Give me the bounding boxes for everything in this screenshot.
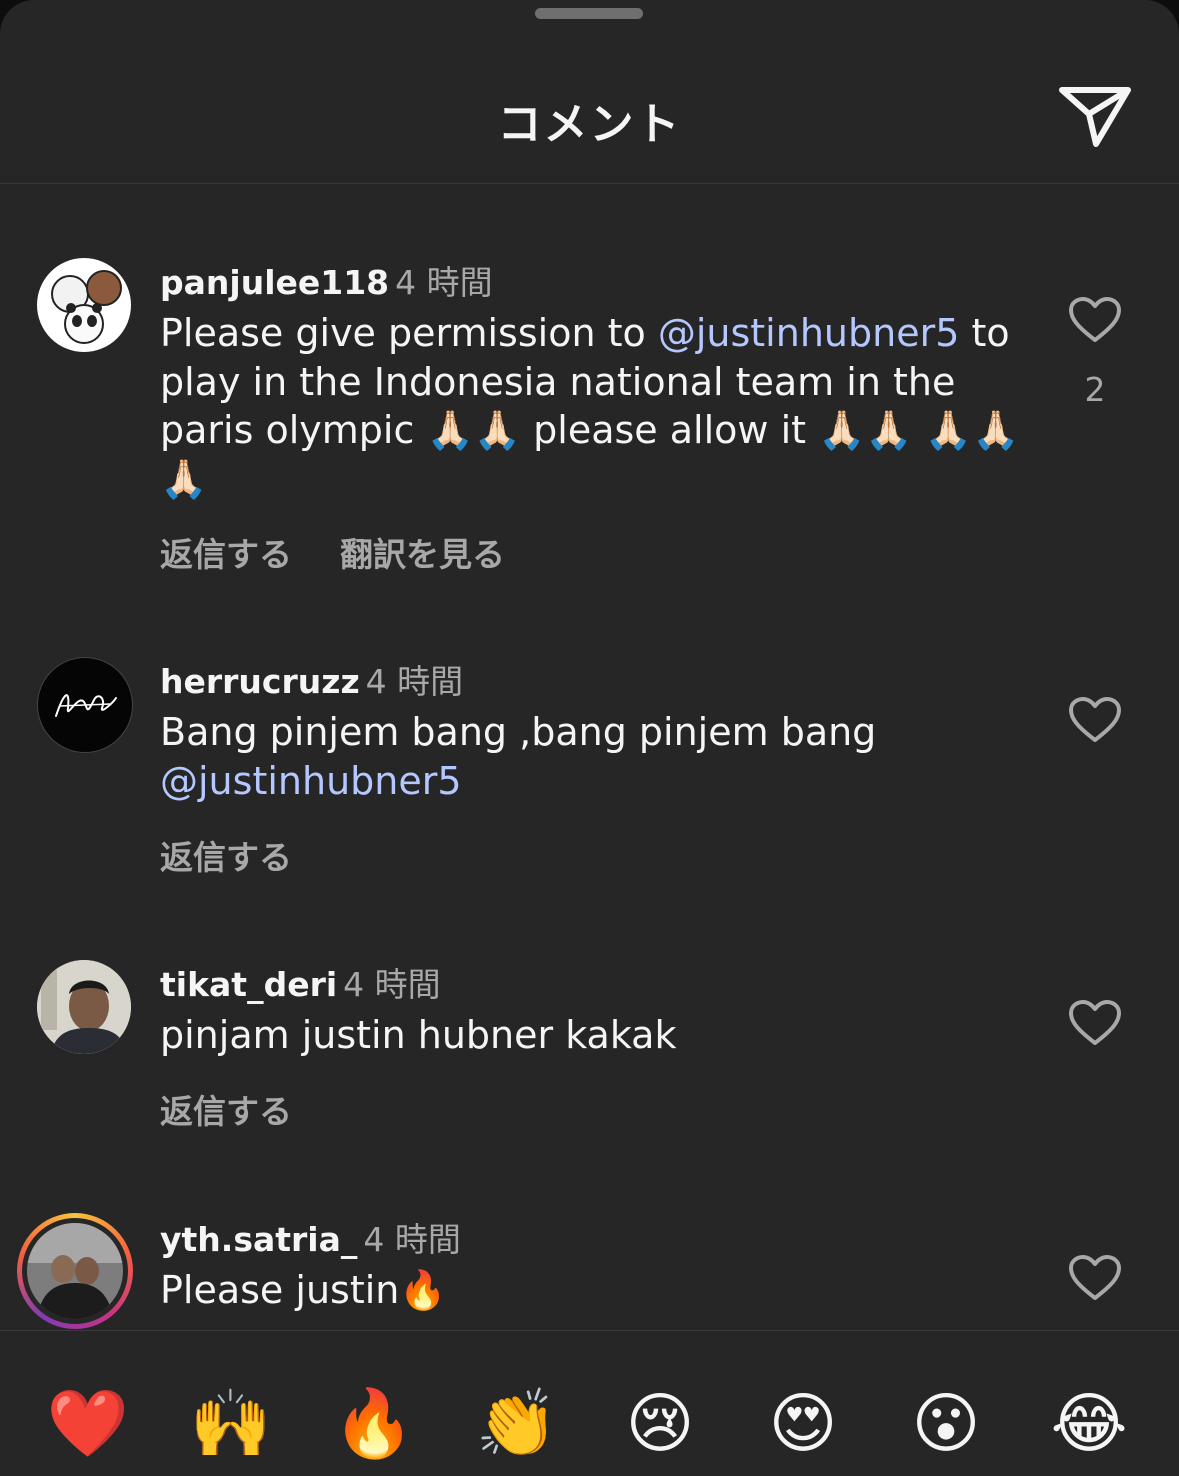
- comment-text: Please justin🔥: [160, 1268, 447, 1312]
- comment-text: pinjam justin hubner kakak: [160, 1013, 677, 1057]
- comment-text: Please give permission to @justinhubner5…: [160, 311, 1020, 501]
- username[interactable]: yth.satria_: [160, 1220, 357, 1259]
- mention-link[interactable]: @justinhubner5: [160, 759, 462, 803]
- raising-hands-emoji-button[interactable]: 🙌: [188, 1381, 274, 1467]
- emoji-reaction-bar: ❤️ 🙌 🔥 👏 😢 😍 😮 😂: [0, 1330, 1179, 1476]
- crying-face-emoji-button[interactable]: 😢: [617, 1381, 703, 1467]
- comment-text: Bang pinjem bang ,bang pinjem bang @just…: [160, 710, 877, 803]
- like-count: 2: [1084, 370, 1106, 409]
- heart-eyes-emoji-button[interactable]: 😍: [760, 1381, 846, 1467]
- see-translation-button[interactable]: 翻訳を見る: [340, 528, 505, 576]
- timestamp: 4 時間: [395, 263, 493, 302]
- avatar: [27, 1223, 123, 1319]
- reply-button[interactable]: 返信する: [160, 528, 292, 576]
- avatar[interactable]: [37, 258, 131, 352]
- timestamp: 4 時間: [365, 662, 464, 701]
- username[interactable]: herrucruzz: [160, 662, 360, 701]
- reply-button[interactable]: 返信する: [160, 831, 292, 879]
- clapping-hands-emoji-button[interactable]: 👏: [474, 1381, 560, 1467]
- tears-of-joy-emoji-button[interactable]: 😂: [1046, 1381, 1132, 1467]
- paper-plane-icon[interactable]: [1058, 84, 1132, 148]
- username[interactable]: tikat_deri: [160, 965, 337, 1004]
- mention-link[interactable]: @justinhubner5: [658, 311, 960, 355]
- surprised-face-emoji-button[interactable]: 😮: [903, 1381, 989, 1467]
- reply-button[interactable]: 返信する: [160, 1085, 292, 1133]
- heart-icon[interactable]: [1068, 999, 1122, 1047]
- heart-icon[interactable]: [1068, 296, 1122, 344]
- story-ring-avatar[interactable]: [17, 1213, 133, 1329]
- avatar[interactable]: [37, 960, 131, 1054]
- heart-icon[interactable]: [1068, 1254, 1122, 1302]
- username[interactable]: panjulee118: [160, 263, 389, 302]
- timestamp: 4 時間: [343, 965, 441, 1004]
- fire-emoji-button[interactable]: 🔥: [331, 1381, 417, 1467]
- avatar[interactable]: [37, 657, 133, 753]
- heart-icon[interactable]: [1068, 696, 1122, 744]
- timestamp: 4 時間: [363, 1220, 461, 1259]
- header: コメント: [0, 0, 1179, 184]
- comments-sheet: コメント panjulee118 4 時間 Please give permiss…: [0, 0, 1179, 1476]
- page-title: コメント: [497, 99, 682, 150]
- red-heart-emoji-button[interactable]: ❤️: [45, 1381, 131, 1467]
